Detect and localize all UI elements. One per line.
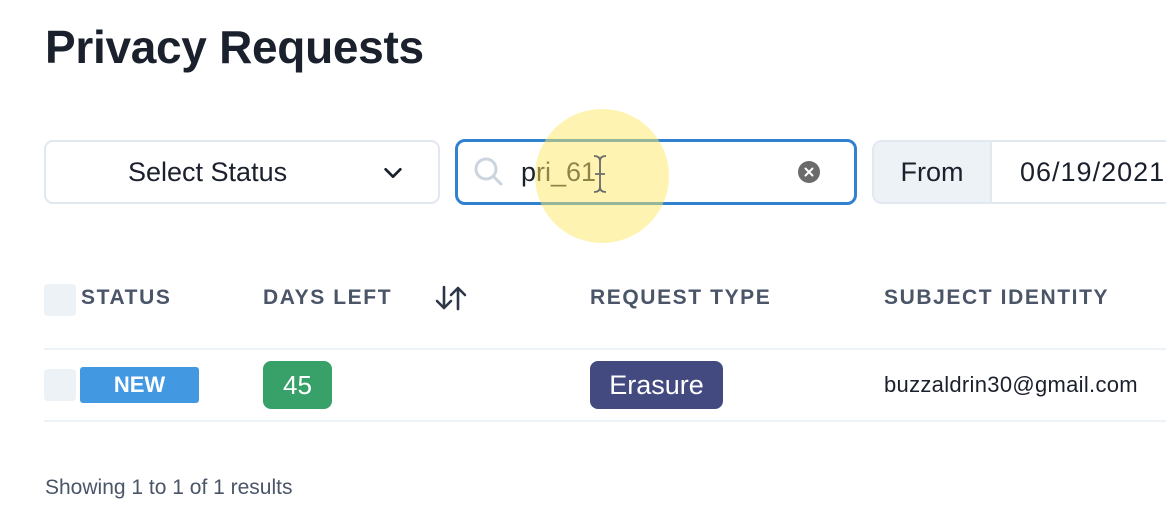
- date-from-input[interactable]: 06/19/2021: [992, 142, 1166, 202]
- status-select[interactable]: Select Status: [44, 140, 440, 204]
- page-title: Privacy Requests: [45, 21, 424, 73]
- pagination-summary: Showing 1 to 1 of 1 results: [45, 476, 293, 499]
- status-select-label: Select Status: [128, 156, 288, 187]
- clear-search-button[interactable]: [798, 161, 820, 183]
- days-left-badge: 45: [263, 361, 332, 409]
- column-header-subject-identity: SUBJECT IDENTITY: [884, 286, 1110, 309]
- date-from-group: From 06/19/2021: [872, 140, 1166, 204]
- close-icon: [804, 167, 814, 177]
- column-header-request-type: REQUEST TYPE: [590, 286, 772, 309]
- table-divider: [44, 420, 1166, 422]
- search-input[interactable]: [521, 152, 781, 192]
- status-badge: NEW: [80, 367, 199, 403]
- column-header-days-left[interactable]: DAYS LEFT: [263, 286, 392, 310]
- select-all-checkbox[interactable]: [44, 284, 76, 316]
- chevron-down-icon: [384, 167, 402, 179]
- table-divider: [44, 348, 1166, 350]
- sort-arrows-icon[interactable]: [434, 284, 468, 312]
- column-header-status: STATUS: [81, 286, 172, 309]
- search-icon: [474, 157, 503, 186]
- row-checkbox[interactable]: [44, 369, 76, 401]
- request-type-badge: Erasure: [590, 361, 723, 409]
- subject-identity: buzzaldrin30@gmail.com: [884, 372, 1138, 397]
- search-field[interactable]: [455, 139, 857, 205]
- date-from-label: From: [874, 142, 992, 202]
